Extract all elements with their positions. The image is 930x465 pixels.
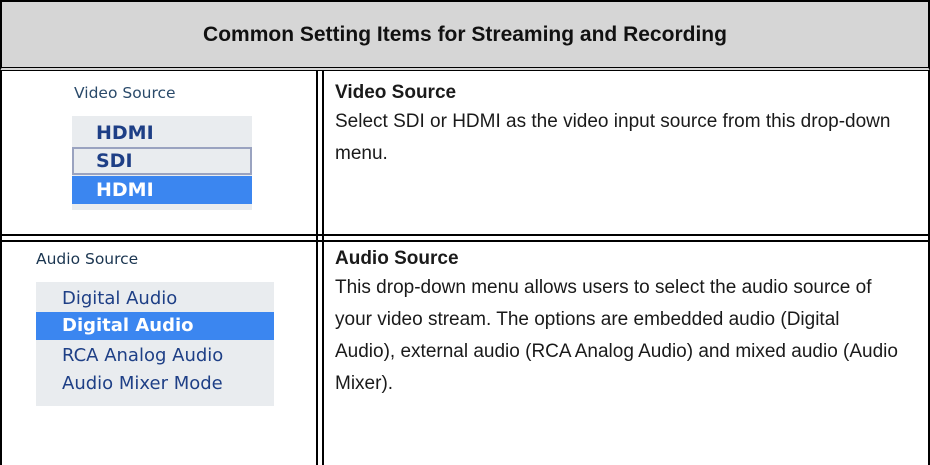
video-source-current-value: HDMI — [96, 122, 154, 144]
video-source-description-cell: Video Source Select SDI or HDMI as the v… — [335, 80, 905, 170]
table-header: Common Setting Items for Streaming and R… — [0, 0, 930, 71]
audio-source-option-audio-mixer-mode: Audio Mixer Mode — [62, 373, 223, 394]
table-border-left — [0, 71, 2, 465]
video-source-description: Select SDI or HDMI as the video input so… — [335, 111, 891, 164]
video-source-label: Video Source — [74, 84, 176, 102]
audio-source-description: This drop-down menu allows users to sele… — [335, 277, 898, 394]
audio-source-dropdown-screenshot: Audio Source Digital Audio Digital Audio… — [36, 250, 286, 410]
video-source-title: Video Source — [335, 82, 457, 103]
video-source-option-hdmi: HDMI — [72, 176, 252, 204]
audio-source-option-rca-analog-audio: RCA Analog Audio — [62, 345, 224, 366]
audio-source-current-value: Digital Audio — [62, 288, 178, 309]
video-source-option-sdi: SDI — [72, 147, 252, 175]
audio-source-label: Audio Source — [36, 250, 139, 268]
audio-source-description-cell: Audio Source This drop-down menu allows … — [335, 246, 905, 400]
row-divider — [0, 234, 930, 242]
settings-table: Common Setting Items for Streaming and R… — [0, 0, 930, 465]
table-header-title: Common Setting Items for Streaming and R… — [203, 22, 727, 46]
audio-source-option-digital-audio: Digital Audio — [36, 312, 274, 340]
audio-source-title: Audio Source — [335, 248, 459, 269]
video-source-dropdown-screenshot: Video Source HDMI SDI HDMI — [72, 84, 262, 210]
column-divider — [316, 71, 324, 465]
